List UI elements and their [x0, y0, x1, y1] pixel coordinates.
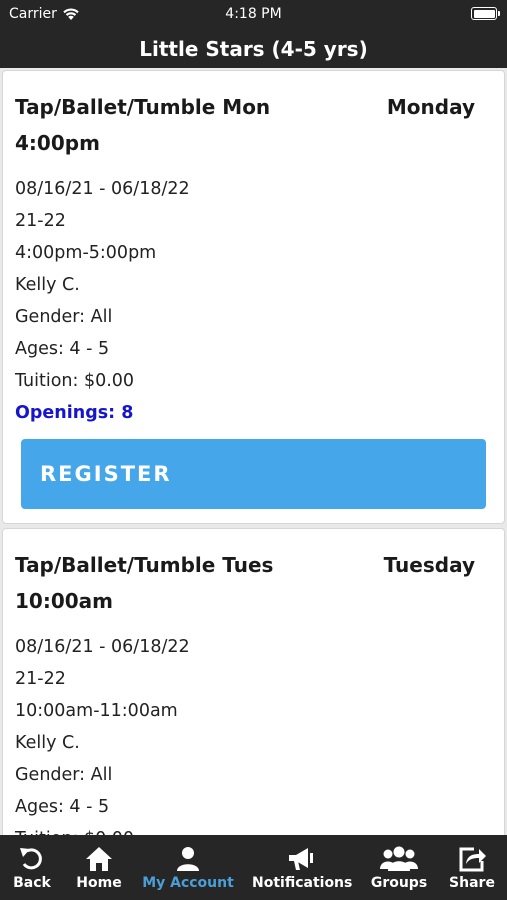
- back-arrow-icon: [20, 848, 42, 870]
- class-ages: Ages: 4 - 5: [15, 797, 110, 817]
- tab-back-label: Back: [13, 875, 51, 891]
- class-openings: Openings: 8: [15, 403, 134, 423]
- tab-bar: Back Home My Account Notifications Group…: [0, 835, 507, 900]
- tab-groups[interactable]: Groups: [368, 835, 430, 900]
- tab-notifications-label: Notifications: [252, 875, 353, 891]
- battery-icon: [471, 7, 500, 20]
- share-icon: [459, 847, 486, 872]
- class-season: 21-22: [15, 211, 66, 231]
- class-time-range: 10:00am-11:00am: [15, 701, 178, 721]
- class-name: Tap/Ballet/Tumble Tues: [15, 553, 274, 577]
- tab-share[interactable]: Share: [446, 835, 498, 900]
- class-season: 21-22: [15, 669, 66, 689]
- tab-home-label: Home: [76, 875, 122, 891]
- status-time: 4:18 PM: [225, 6, 282, 22]
- class-header: Tap/Ballet/Tumble Mon 4:00pm Monday: [15, 89, 492, 161]
- class-tuition: Tuition: $0.00: [15, 823, 492, 835]
- class-gender: Gender: All: [15, 307, 113, 327]
- megaphone-icon: [289, 848, 313, 870]
- tab-share-label: Share: [449, 875, 495, 891]
- tab-back[interactable]: Back: [0, 835, 64, 900]
- tab-home[interactable]: Home: [70, 835, 128, 900]
- class-day: Monday: [386, 95, 475, 119]
- class-details: 08/16/21 - 06/18/22 21-22 10:00am-11:00a…: [15, 631, 492, 835]
- class-dates: 08/16/21 - 06/18/22: [15, 637, 190, 657]
- class-details: 08/16/21 - 06/18/22 21-22 4:00pm-5:00pm …: [15, 173, 492, 429]
- tab-notifications[interactable]: Notifications: [252, 835, 353, 900]
- tab-groups-label: Groups: [370, 875, 428, 891]
- class-start-time: 4:00pm: [15, 131, 100, 155]
- class-header: Tap/Ballet/Tumble Tues 10:00am Tuesday: [15, 547, 492, 619]
- class-list[interactable]: Tap/Ballet/Tumble Mon 4:00pm Monday 08/1…: [0, 68, 507, 835]
- class-card: Tap/Ballet/Tumble Tues 10:00am Tuesday 0…: [2, 528, 505, 835]
- home-icon: [86, 847, 112, 871]
- group-icon: [380, 846, 418, 871]
- class-instructor: Kelly C.: [15, 733, 80, 753]
- class-instructor: Kelly C.: [15, 275, 80, 295]
- class-time-range: 4:00pm-5:00pm: [15, 243, 157, 263]
- class-name: Tap/Ballet/Tumble Mon: [15, 95, 271, 119]
- class-card: Tap/Ballet/Tumble Mon 4:00pm Monday 08/1…: [2, 70, 505, 524]
- tab-my-account[interactable]: My Account: [142, 835, 234, 900]
- page-title: Little Stars (4-5 yrs): [0, 30, 507, 68]
- class-ages: Ages: 4 - 5: [15, 339, 110, 359]
- person-icon: [177, 847, 199, 871]
- status-bar: Carrier 4:18 PM: [0, 0, 507, 30]
- class-start-time: 10:00am: [15, 589, 113, 613]
- class-tuition: Tuition: $0.00: [15, 371, 135, 391]
- register-button[interactable]: REGISTER: [21, 439, 486, 509]
- tab-my-account-label: My Account: [142, 875, 234, 891]
- class-dates: 08/16/21 - 06/18/22: [15, 179, 190, 199]
- class-gender: Gender: All: [15, 765, 113, 785]
- class-day: Tuesday: [383, 553, 475, 577]
